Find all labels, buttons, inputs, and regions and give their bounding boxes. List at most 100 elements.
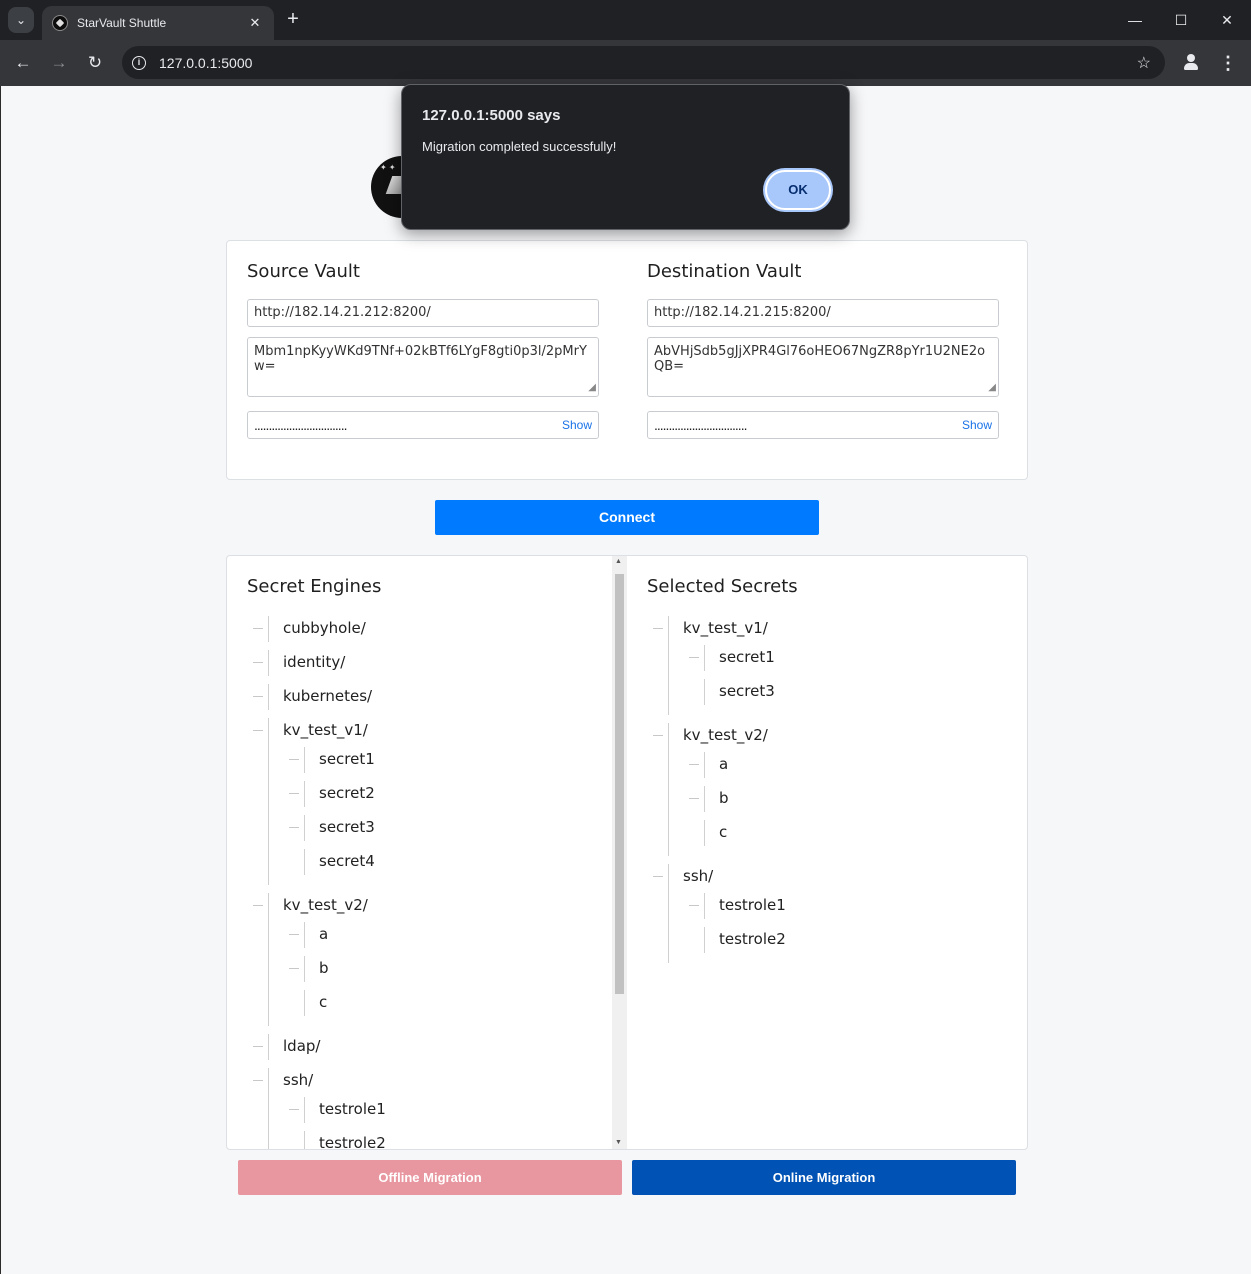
tree-node[interactable]: ssh/: [283, 1068, 313, 1092]
tree-guide-line: [704, 645, 705, 671]
tree-node[interactable]: ssh/: [683, 864, 713, 888]
tree-node[interactable]: kv_test_v2/: [283, 893, 368, 917]
tree-guide-line: [704, 820, 705, 846]
source-address-input[interactable]: http://182.14.21.212:8200/: [247, 299, 599, 327]
tree-leaf[interactable]: secret3: [719, 679, 775, 703]
tree-connector: [253, 1046, 263, 1047]
tree-connector: [689, 764, 699, 765]
scrollbar-thumb[interactable]: [615, 574, 624, 994]
back-button[interactable]: ←: [10, 50, 36, 76]
tree-guide-line: [704, 893, 705, 919]
tree-guide-line: [268, 650, 269, 676]
tree-connector: [253, 628, 263, 629]
tree-guide-line: [304, 1131, 305, 1149]
tree-leaf[interactable]: testrole2: [319, 1131, 386, 1149]
dialog-message: Migration completed successfully!: [422, 139, 617, 154]
tree-leaf[interactable]: testrole2: [719, 927, 786, 951]
tree-node[interactable]: ldap/: [283, 1034, 320, 1058]
tree-connector: [653, 628, 663, 629]
tree-leaf[interactable]: secret1: [319, 747, 375, 771]
tree-guide-line: [704, 927, 705, 953]
source-token-text: Mbm1npKyyWKd9TNf+02kBTf6LYgF8gti0p3l/2pM…: [254, 344, 587, 374]
alert-dialog: 127.0.0.1:5000 says Migration completed …: [401, 84, 850, 230]
tree-node[interactable]: cubbyhole/: [283, 616, 366, 640]
tree-guide-line: [304, 1097, 305, 1123]
tree-node[interactable]: identity/: [283, 650, 345, 674]
tree-leaf[interactable]: testrole1: [319, 1097, 386, 1121]
tree-guide-line: [268, 1034, 269, 1060]
maximize-button[interactable]: ☐: [1168, 8, 1194, 32]
tree-node[interactable]: kv_test_v2/: [683, 723, 768, 747]
scroll-down-icon[interactable]: ▼: [615, 1139, 622, 1146]
dialog-ok-button[interactable]: OK: [765, 170, 831, 210]
destination-address-input[interactable]: http://182.14.21.215:8200/: [647, 299, 999, 327]
tree-leaf[interactable]: a: [719, 752, 728, 776]
tree-connector: [289, 793, 299, 794]
tree-guide-line: [304, 815, 305, 841]
tree-connector: [253, 905, 263, 906]
bookmark-star-icon[interactable]: ☆: [1137, 53, 1151, 73]
profile-icon[interactable]: [1180, 51, 1202, 73]
tree-leaf[interactable]: testrole1: [719, 893, 786, 917]
tree-guide-line: [304, 849, 305, 875]
tab-search-button[interactable]: ⌄: [8, 7, 34, 33]
tree-connector: [289, 759, 299, 760]
tree-guide-line: [304, 747, 305, 773]
tree-guide-line: [304, 922, 305, 948]
close-tab-icon[interactable]: ✕: [246, 15, 264, 31]
minimize-button[interactable]: —: [1122, 8, 1148, 32]
secret-engines-pane[interactable]: Secret Engines cubbyhole/identity/kubern…: [227, 556, 612, 1149]
destination-show-password-button[interactable]: Show: [962, 418, 992, 432]
dialog-title: 127.0.0.1:5000 says: [422, 107, 561, 124]
resize-grip-icon[interactable]: ◢: [988, 380, 996, 395]
tree-node[interactable]: kv_test_v1/: [283, 718, 368, 742]
site-info-icon[interactable]: i: [132, 55, 146, 70]
address-bar[interactable]: i 127.0.0.1:5000 ☆: [122, 46, 1165, 79]
new-tab-button[interactable]: +: [283, 9, 303, 29]
tree-guide-line: [668, 864, 669, 963]
source-password-mask: ................................: [254, 417, 347, 433]
tree-leaf[interactable]: b: [319, 956, 329, 980]
browser-tab[interactable]: StarVault Shuttle ✕: [42, 6, 274, 40]
tree-guide-line: [268, 893, 269, 1026]
close-window-button[interactable]: ✕: [1214, 8, 1240, 32]
source-token-textarea[interactable]: Mbm1npKyyWKd9TNf+02kBTf6LYgF8gti0p3l/2pM…: [247, 337, 599, 397]
destination-password-input[interactable]: ................................ Show: [647, 411, 999, 439]
destination-token-textarea[interactable]: AbVHjSdb5gJjXPR4Gl76oHEO67NgZR8pYr1U2NE2…: [647, 337, 999, 397]
tree-connector: [653, 876, 663, 877]
reload-button[interactable]: ↻: [82, 50, 108, 76]
tree-leaf[interactable]: secret2: [319, 781, 375, 805]
tree-guide-line: [668, 616, 669, 715]
browser-menu-icon[interactable]: ⋮: [1218, 50, 1238, 76]
source-show-password-button[interactable]: Show: [562, 418, 592, 432]
scroll-up-icon[interactable]: ▲: [615, 558, 622, 565]
page-content: STARVAULT SHUTTLE Source Vault http://18…: [0, 86, 1251, 1274]
destination-token-text: AbVHjSdb5gJjXPR4Gl76oHEO67NgZR8pYr1U2NE2…: [654, 344, 986, 374]
tree-node[interactable]: kv_test_v1/: [683, 616, 768, 640]
browser-titlebar: ⌄ StarVault Shuttle ✕ + — ☐ ✕: [0, 0, 1251, 40]
tree-leaf[interactable]: a: [319, 922, 328, 946]
source-password-input[interactable]: ................................ Show: [247, 411, 599, 439]
forward-button[interactable]: →: [46, 50, 72, 76]
tree-leaf[interactable]: c: [719, 820, 727, 844]
online-migration-button[interactable]: Online Migration: [632, 1160, 1016, 1195]
offline-migration-button[interactable]: Offline Migration: [238, 1160, 622, 1195]
selected-secrets-pane: Selected Secrets kv_test_v1/secret1 secre…: [627, 556, 1027, 1149]
tree-leaf[interactable]: secret1: [719, 645, 775, 669]
tree-node[interactable]: kubernetes/: [283, 684, 372, 708]
tab-title: StarVault Shuttle: [77, 16, 167, 30]
tree-guide-line: [268, 684, 269, 710]
destination-password-mask: ................................: [654, 417, 747, 433]
tree-connector: [689, 905, 699, 906]
tree-leaf[interactable]: c: [319, 990, 327, 1014]
engines-scrollbar[interactable]: ▲ ▼: [612, 556, 627, 1149]
tree-leaf[interactable]: secret4: [319, 849, 375, 873]
tree-leaf[interactable]: secret3: [319, 815, 375, 839]
selected-secrets-heading: Selected Secrets: [647, 576, 798, 597]
tree-connector: [689, 657, 699, 658]
resize-grip-icon[interactable]: ◢: [588, 380, 596, 395]
connect-button[interactable]: Connect: [435, 500, 819, 535]
tree-leaf[interactable]: b: [719, 786, 729, 810]
browser-toolbar: ← → ↻ i 127.0.0.1:5000 ☆ ⋮: [0, 40, 1251, 86]
vault-config-card: Source Vault http://182.14.21.212:8200/ …: [226, 240, 1028, 480]
